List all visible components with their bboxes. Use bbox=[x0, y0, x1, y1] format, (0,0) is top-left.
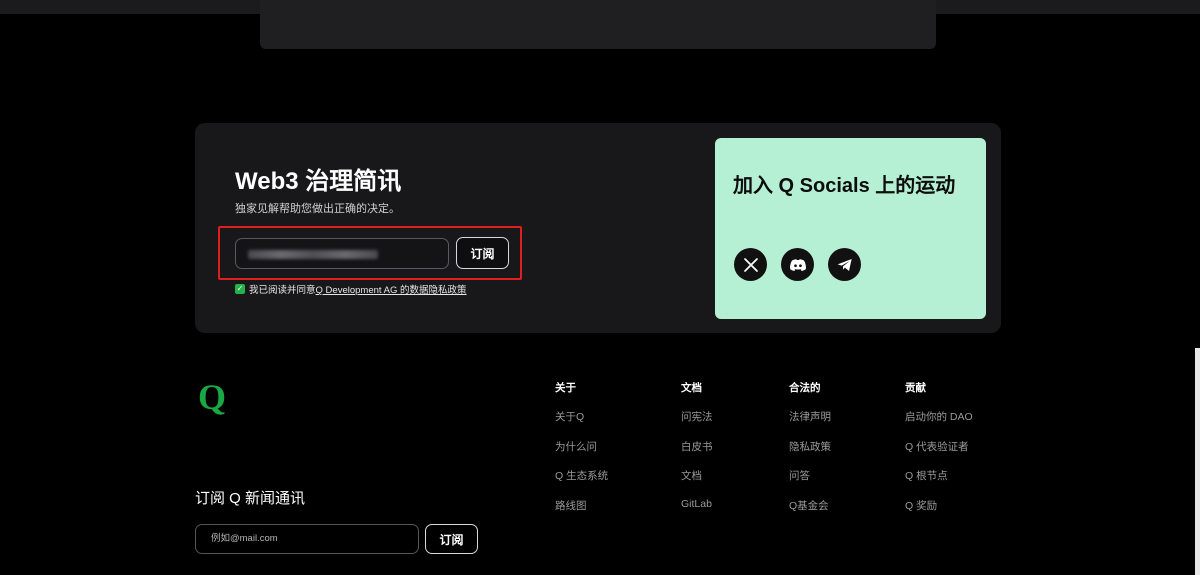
footer-link-validator[interactable]: Q 代表验证者 bbox=[905, 439, 969, 454]
consent-text: 我已阅读并同意 bbox=[249, 285, 316, 296]
footer bbox=[0, 348, 1200, 575]
footer-email-input[interactable]: 例如@mail.com bbox=[195, 524, 419, 554]
q-logo[interactable]: Q bbox=[197, 377, 233, 421]
x-icon[interactable] bbox=[734, 248, 767, 281]
footer-subscribe-title: 订阅 Q 新闻通讯 bbox=[195, 490, 306, 507]
consent-checkbox[interactable]: ✓ bbox=[235, 284, 245, 294]
footer-link-constitution[interactable]: 问宪法 bbox=[681, 409, 713, 424]
footer-link-rewards[interactable]: Q 奖励 bbox=[905, 498, 937, 513]
svg-text:Q: Q bbox=[198, 380, 226, 416]
redacted-email-value bbox=[248, 250, 378, 259]
consent-row: ✓ 我已阅读并同意 Q Development AG 的数据隐私政策 bbox=[235, 282, 467, 296]
social-card: 加入 Q Socials 上的运动 bbox=[715, 138, 986, 319]
footer-link-faq[interactable]: 问答 bbox=[789, 468, 810, 483]
footer-heading-about: 关于 bbox=[555, 382, 576, 394]
footer-link-why-q[interactable]: 为什么问 bbox=[555, 439, 597, 454]
footer-link-legal-notice[interactable]: 法律声明 bbox=[789, 409, 831, 424]
telegram-icon[interactable] bbox=[828, 248, 861, 281]
newsletter-subtitle: 独家见解帮助您做出正确的决定。 bbox=[235, 203, 400, 215]
footer-link-privacy[interactable]: 隐私政策 bbox=[789, 439, 831, 454]
privacy-policy-link[interactable]: Q Development AG 的数据隐私政策 bbox=[316, 282, 467, 296]
footer-heading-legal: 合法的 bbox=[789, 382, 821, 394]
top-card bbox=[260, 0, 936, 49]
social-title: 加入 Q Socials 上的运动 bbox=[733, 175, 956, 197]
newsletter-email-input[interactable] bbox=[235, 238, 449, 269]
page-scrollbar[interactable] bbox=[1195, 348, 1200, 575]
footer-link-ecosystem[interactable]: Q 生态系统 bbox=[555, 468, 608, 483]
discord-icon[interactable] bbox=[781, 248, 814, 281]
footer-link-launch-dao[interactable]: 启动你的 DAO bbox=[905, 409, 973, 424]
footer-link-docs[interactable]: 文档 bbox=[681, 468, 702, 483]
footer-link-whitepaper[interactable]: 白皮书 bbox=[681, 439, 713, 454]
footer-link-root-node[interactable]: Q 根节点 bbox=[905, 468, 948, 483]
newsletter-title: Web3 治理简讯 bbox=[235, 168, 402, 195]
newsletter-subscribe-button[interactable]: 订阅 bbox=[456, 237, 509, 269]
footer-heading-docs: 文档 bbox=[681, 382, 702, 394]
footer-link-about-q[interactable]: 关于Q bbox=[555, 409, 584, 424]
footer-link-gitlab[interactable]: GitLab bbox=[681, 498, 712, 510]
footer-link-roadmap[interactable]: 路线图 bbox=[555, 498, 587, 513]
footer-link-foundation[interactable]: Q基金会 bbox=[789, 498, 829, 513]
q-logo-icon: Q bbox=[198, 377, 226, 417]
footer-heading-contribute: 贡献 bbox=[905, 382, 926, 394]
footer-subscribe-button[interactable]: 订阅 bbox=[425, 524, 478, 554]
